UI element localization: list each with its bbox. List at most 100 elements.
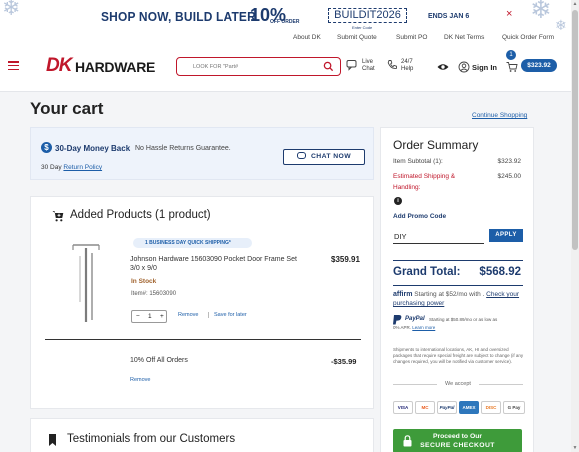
qty-plus-button[interactable]: + bbox=[160, 313, 164, 320]
snowflake-icon: ❄ bbox=[2, 0, 21, 20]
qty-minus-button[interactable]: − bbox=[136, 313, 140, 320]
testimonials-card: Testimonials from our Customers bbox=[30, 418, 374, 452]
mastercard-icon: MC bbox=[415, 401, 435, 414]
return-policy: 30 Day Return Policy bbox=[41, 164, 103, 171]
logo-text: HARDWARE bbox=[75, 59, 156, 75]
grand-total-value: $568.92 bbox=[479, 266, 521, 278]
snowflake-icon: ❄ bbox=[555, 17, 567, 33]
visa-icon: VISA bbox=[393, 401, 413, 414]
help-link[interactable]: 24/7 Help bbox=[401, 59, 413, 73]
added-products-card: Added Products (1 product) 1 BUSINESS DA… bbox=[30, 196, 374, 409]
shipping-label: Estimated Shipping & bbox=[393, 173, 456, 180]
page: ❄ ❄ ❄ SHOP NOW, BUILD LATER 10% OFF ORDE… bbox=[0, 0, 579, 452]
eye-icon[interactable] bbox=[437, 61, 449, 73]
scroll-down-icon[interactable]: ▼ bbox=[572, 445, 578, 451]
discount-label: 10% Off All Orders bbox=[130, 357, 188, 364]
product-price: $359.91 bbox=[331, 255, 360, 264]
guarantee-title: 30-Day Money Back bbox=[55, 144, 131, 153]
google-pay-icon: G Pay bbox=[503, 401, 525, 414]
scrollbar[interactable]: ▲ ▼ bbox=[571, 0, 579, 452]
paypal-terms-2: 0% APR. Learn more bbox=[393, 325, 436, 330]
save-for-later-link[interactable]: Save for later bbox=[208, 312, 247, 318]
item-number: Item#: 15603090 bbox=[131, 291, 177, 297]
paypal-card-icon: PayPal bbox=[437, 401, 457, 414]
promo-headline: SHOP NOW, BUILD LATER bbox=[101, 9, 256, 24]
stock-status: In Stock bbox=[131, 278, 157, 285]
product-name[interactable]: Johnson Hardware 15603090 Pocket Door Fr… bbox=[130, 255, 302, 273]
utility-links: About DK Submit Quote Submit PO DK Net T… bbox=[0, 33, 579, 45]
amex-icon: AMEX bbox=[459, 401, 479, 414]
logo-dk: DK bbox=[46, 55, 72, 76]
submit-quote-link[interactable]: Submit Quote bbox=[337, 34, 377, 41]
chat-now-button[interactable]: CHAT NOW bbox=[283, 149, 365, 165]
promo-banner[interactable]: ❄ ❄ ❄ SHOP NOW, BUILD LATER 10% OFF ORDE… bbox=[0, 0, 579, 33]
quantity-stepper[interactable]: − 1 + bbox=[131, 310, 167, 323]
qty-value[interactable]: 1 bbox=[148, 313, 152, 320]
affirm-offer: affirm Starting at $52/mo with . Check y… bbox=[393, 291, 520, 307]
live-chat-link[interactable]: Live Chat bbox=[362, 59, 375, 73]
site-header: DK HARDWARE Live Chat 24/7 Help bbox=[0, 45, 579, 92]
submit-po-link[interactable]: Submit PO bbox=[396, 34, 427, 41]
page-title: Your cart bbox=[30, 99, 104, 118]
paypal-icon bbox=[393, 315, 402, 325]
chat-icon[interactable] bbox=[346, 59, 358, 71]
grand-total-label: Grand Total: bbox=[393, 266, 461, 278]
cart-count-badge: 1 bbox=[506, 50, 516, 60]
hamburger-menu-icon[interactable] bbox=[8, 61, 19, 71]
scrollbar-thumb[interactable] bbox=[572, 10, 578, 250]
search-icon[interactable] bbox=[323, 61, 334, 72]
cart-total-button[interactable]: $323.92 bbox=[521, 59, 557, 72]
checkout-line-1: Proceed to Our bbox=[432, 433, 483, 440]
chat-icon bbox=[296, 152, 306, 159]
dollar-icon: $ bbox=[41, 142, 52, 153]
paypal-logo: PayPal bbox=[405, 316, 425, 322]
subtotal-value: $323.92 bbox=[497, 158, 522, 165]
shipping-value: $245.00 bbox=[497, 173, 522, 180]
paypal-learn-more-link[interactable]: Learn more bbox=[412, 325, 435, 330]
add-promo-code-link[interactable]: Add Promo Code bbox=[393, 213, 446, 220]
product-image[interactable] bbox=[70, 242, 102, 324]
checkout-button[interactable]: Proceed to Our SECURE CHECKOUT bbox=[393, 429, 522, 452]
shipping-badge: 1 BUSINESS DAY QUICK SHIPPING* bbox=[133, 238, 252, 248]
promo-code-input[interactable] bbox=[393, 229, 484, 244]
info-icon[interactable]: i bbox=[394, 197, 402, 205]
about-dk-link[interactable]: About DK bbox=[293, 34, 321, 41]
summary-title: Order Summary bbox=[393, 138, 479, 152]
remove-discount-link[interactable]: Remove bbox=[130, 377, 150, 383]
promo-ends: ENDS JAN 6 bbox=[428, 13, 470, 20]
affirm-logo: affirm bbox=[393, 291, 413, 298]
apply-button[interactable]: APPLY bbox=[489, 229, 523, 242]
close-icon[interactable]: × bbox=[506, 8, 512, 20]
promo-code-caption: Enter Code bbox=[352, 25, 373, 30]
search-box[interactable] bbox=[176, 57, 341, 76]
quick-order-link[interactable]: Quick Order Form bbox=[502, 34, 554, 41]
snowflake-icon: ❄ bbox=[530, 0, 552, 24]
discover-icon: DISC bbox=[481, 401, 501, 414]
scroll-up-icon[interactable]: ▲ bbox=[572, 1, 578, 7]
shipping-label-2: Handling: bbox=[393, 184, 421, 191]
payment-methods: VISA MC PayPal AMEX DISC G Pay bbox=[393, 401, 525, 414]
discount-amount: -$35.99 bbox=[331, 357, 357, 366]
search-input[interactable] bbox=[193, 61, 323, 73]
paypal-terms: Starting at $50.89/mo or as low as bbox=[429, 317, 498, 322]
user-icon[interactable] bbox=[458, 61, 470, 73]
continue-shopping-link[interactable]: Continue Shopping bbox=[472, 112, 527, 119]
order-summary: Order Summary Item Subtotal (1): $323.92… bbox=[380, 127, 534, 452]
cart-icon bbox=[52, 211, 64, 222]
divider bbox=[479, 384, 523, 385]
promo-off-label: OFF ORDER bbox=[270, 19, 300, 25]
subtotal-label: Item Subtotal (1): bbox=[393, 158, 443, 165]
testimonials-title: Testimonials from our Customers bbox=[67, 433, 236, 445]
cart-icon[interactable] bbox=[506, 61, 518, 73]
remove-item-link[interactable]: Remove bbox=[178, 312, 198, 318]
promo-code[interactable]: BUILDIT2026 bbox=[328, 8, 407, 23]
shipping-fine-print: Shipments to international locations, AK… bbox=[393, 347, 524, 364]
money-back-guarantee: $ 30-Day Money Back No Hassle Returns Gu… bbox=[30, 127, 374, 180]
sign-in-link[interactable]: Sign In bbox=[472, 63, 497, 72]
divider bbox=[393, 260, 523, 261]
phone-icon[interactable] bbox=[386, 59, 398, 71]
divider bbox=[45, 339, 361, 340]
net-terms-link[interactable]: DK Net Terms bbox=[444, 34, 484, 41]
return-policy-link[interactable]: Return Policy bbox=[63, 164, 102, 171]
checkout-line-2: SECURE CHECKOUT bbox=[420, 442, 495, 449]
